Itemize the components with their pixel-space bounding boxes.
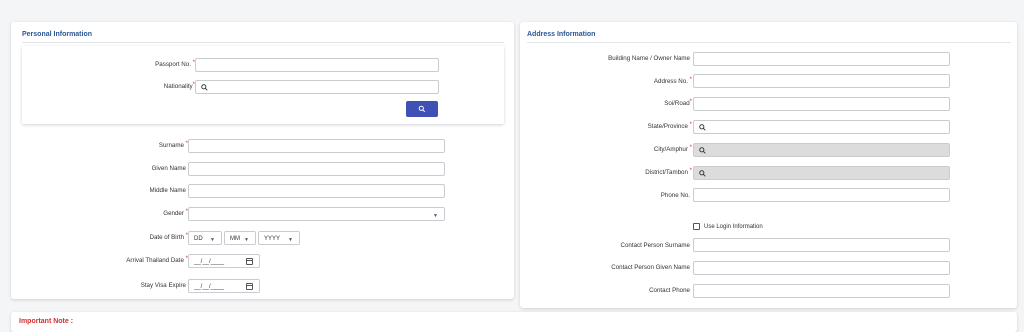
phone-input[interactable] <box>693 188 950 202</box>
surname-input[interactable] <box>188 139 445 153</box>
search-icon <box>418 105 426 113</box>
search-icon <box>201 84 208 91</box>
contact-given-input[interactable] <box>693 261 950 275</box>
contact-given-label: Contact Person Given Name <box>611 264 690 271</box>
phone-label: Phone No. <box>660 192 690 199</box>
surname-label: Surname * <box>158 141 188 149</box>
middle-name-input[interactable] <box>188 184 445 198</box>
passport-input[interactable] <box>195 58 439 72</box>
state-province-input[interactable] <box>693 120 950 134</box>
middle-name-label: Middle Name <box>149 187 186 194</box>
state-province-label: State/Province * <box>647 122 692 130</box>
calendar-icon[interactable] <box>246 258 253 265</box>
address-info-divider <box>527 42 1011 43</box>
nationality-label: Nationality* <box>163 82 195 90</box>
contact-surname-input[interactable] <box>693 238 950 252</box>
chevron-down-icon: ▼ <box>210 237 215 243</box>
contact-surname-label: Contact Person Surname <box>620 242 690 249</box>
arrival-date-input[interactable]: __/__/____ <box>188 254 260 268</box>
passport-label: Passport No. * <box>155 60 195 68</box>
chevron-down-icon: ▼ <box>244 237 249 243</box>
city-amphur-label: City/Amphur * <box>653 145 692 153</box>
dob-day-select[interactable]: DD ▼ <box>188 231 222 245</box>
personal-info-title: Personal Information <box>22 31 93 38</box>
contact-phone-input[interactable] <box>693 284 950 298</box>
address-info-panel: Address Information Building Name / Owne… <box>520 22 1017 308</box>
building-label: Building Name / Owner Name <box>608 55 690 62</box>
stay-visa-input[interactable]: __/__/____ <box>188 279 260 293</box>
district-tambon-input[interactable] <box>693 166 950 180</box>
building-input[interactable] <box>693 52 950 66</box>
dob-year-select[interactable]: YYYY ▼ <box>258 231 300 245</box>
important-note-title: Important Note : <box>19 318 74 325</box>
important-note-panel: Important Note : <box>11 312 1017 332</box>
soi-road-label: Soi/Road* <box>664 99 692 107</box>
given-name-label: Given Name <box>151 165 186 172</box>
chevron-down-icon: ▼ <box>433 213 438 219</box>
gender-label: Gender * <box>163 209 188 217</box>
dob-label: Date of Birth * <box>149 233 188 241</box>
calendar-icon[interactable] <box>246 283 253 290</box>
district-tambon-label: District/Tambon * <box>645 168 692 176</box>
address-info-title: Address Information <box>527 31 596 38</box>
search-icon <box>699 170 706 177</box>
nationality-input[interactable] <box>195 80 439 94</box>
stay-visa-label: Stay Visa Expire <box>140 282 186 289</box>
soi-road-input[interactable] <box>693 97 950 111</box>
given-name-input[interactable] <box>188 162 445 176</box>
address-no-label: Address No. * <box>653 77 692 85</box>
search-icon <box>699 147 706 154</box>
address-no-input[interactable] <box>693 74 950 88</box>
chevron-down-icon: ▼ <box>288 237 293 243</box>
passport-search-button[interactable] <box>406 101 438 117</box>
gender-select[interactable]: ▼ <box>188 207 445 221</box>
search-icon <box>699 124 706 131</box>
use-login-label: Use Login Information <box>704 224 763 230</box>
personal-info-divider <box>22 42 504 43</box>
dob-month-select[interactable]: MM ▼ <box>224 231 256 245</box>
arrival-date-label: Arrival Thailand Date * <box>126 256 188 264</box>
contact-phone-label: Contact Phone <box>649 287 690 294</box>
city-amphur-input[interactable] <box>693 143 950 157</box>
use-login-checkbox[interactable] <box>693 223 700 230</box>
personal-info-panel: Personal Information Passport No. * Nati… <box>11 22 514 299</box>
